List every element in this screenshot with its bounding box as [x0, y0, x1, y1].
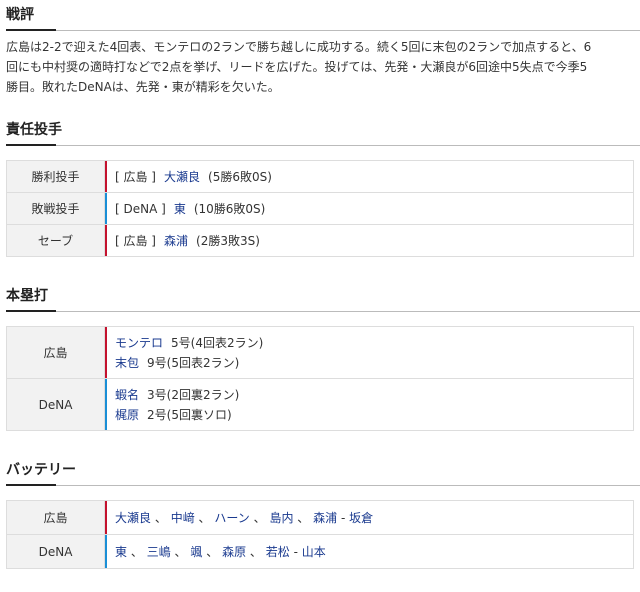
separator: 、	[249, 545, 262, 559]
separator: 、	[174, 545, 187, 559]
player-link[interactable]: 三嶋	[147, 545, 171, 559]
player-link[interactable]: 森浦	[313, 511, 337, 525]
review-line: 勝目。敗れたDeNAは、先発・東が精彩を欠いた。	[6, 80, 280, 94]
batter-link[interactable]: モンテロ	[115, 336, 163, 350]
dena-team-label: DeNA	[6, 534, 105, 569]
homeruns-table: 広島 モンテロ 5号(4回表2ラン) 末包 9号(5回表2ラン) DeNA 蝦名 3号…	[6, 326, 634, 431]
table-row: 広島 モンテロ 5号(4回表2ラン) 末包 9号(5回表2ラン)	[6, 326, 634, 379]
lose-pitcher-value: [ DeNA ] 東 (10勝6敗0S)	[107, 192, 634, 225]
separator: 、	[253, 511, 266, 525]
player-link[interactable]: ハーン	[214, 511, 249, 525]
carp-team-label: 広島	[6, 500, 105, 535]
review-line: 回にも中村奨の適時打などで2点を挙げ、リードを広げた。投げては、先発・大瀬良が6…	[6, 60, 588, 74]
dena-battery: 東 、 三嶋 、 颯 、 森原 、 若松 - 山本	[107, 534, 634, 569]
homerun-detail: 3号(2回裏2ラン)	[147, 387, 240, 402]
save-pitcher-value: [ 広島 ] 森浦 (2勝3敗3S)	[107, 224, 634, 257]
batter-link[interactable]: 蝦名	[115, 388, 139, 402]
pitcher-record: (10勝6敗0S)	[193, 202, 266, 216]
pitchers-table: 勝利投手 [ 広島 ] 大瀬良 (5勝6敗0S) 敗戦投手 [ DeNA ] 東 (10…	[6, 160, 634, 257]
player-link[interactable]: 颯	[190, 545, 202, 559]
dash: -	[293, 545, 298, 559]
pitcher-record: (5勝6敗0S)	[208, 170, 272, 184]
separator: 、	[130, 545, 143, 559]
homerun-detail: 5号(4回表2ラン)	[171, 335, 264, 350]
pitcher-record: (2勝3敗3S)	[196, 234, 260, 248]
battery-title: バッテリー	[6, 455, 640, 486]
player-link[interactable]: 坂倉	[349, 511, 373, 525]
pitchers-title: 責任投手	[6, 115, 640, 146]
homerun-detail: 2号(5回裏ソロ)	[147, 407, 232, 422]
separator: 、	[198, 511, 211, 525]
player-link[interactable]: 東	[115, 545, 127, 559]
player-link[interactable]: 森原	[222, 545, 246, 559]
player-link[interactable]: 中﨑	[171, 511, 195, 525]
team-name: [ DeNA ]	[115, 202, 166, 216]
batter-link[interactable]: 末包	[115, 356, 139, 370]
table-row: 勝利投手 [ 広島 ] 大瀬良 (5勝6敗0S)	[6, 160, 634, 193]
save-pitcher-label: セーブ	[6, 224, 105, 257]
dash: -	[340, 511, 346, 525]
separator: 、	[297, 511, 310, 525]
separator: 、	[206, 545, 219, 559]
review-text: 広島は2-2で迎えた4回表、モンテロの2ランで勝ち越しに成功する。続く5回に末包…	[6, 37, 640, 97]
dena-team-label: DeNA	[6, 378, 105, 431]
player-link[interactable]: 若松	[266, 545, 290, 559]
battery-table: 広島 大瀬良 、 中﨑 、 ハーン 、 島内 、 森浦 - 坂倉 DeNA 東 …	[6, 500, 634, 569]
team-name: [ 広島 ]	[115, 234, 156, 248]
homerun-entry: 梶原 2号(5回裏ソロ)	[115, 405, 633, 425]
player-link[interactable]: 島内	[269, 511, 293, 525]
pitcher-link[interactable]: 大瀬良	[164, 170, 200, 184]
table-row: 敗戦投手 [ DeNA ] 東 (10勝6敗0S)	[6, 192, 634, 225]
win-pitcher-label: 勝利投手	[6, 160, 105, 193]
carp-team-label: 広島	[6, 326, 105, 379]
player-link[interactable]: 大瀬良	[115, 511, 151, 525]
homerun-detail: 9号(5回表2ラン)	[147, 355, 240, 370]
pitcher-link[interactable]: 東	[174, 202, 186, 216]
homerun-entry: 蝦名 3号(2回裏2ラン)	[115, 385, 633, 405]
review-line: 広島は2-2で迎えた4回表、モンテロの2ランで勝ち越しに成功する。続く5回に末包…	[6, 40, 592, 54]
table-row: DeNA 蝦名 3号(2回裏2ラン) 梶原 2号(5回裏ソロ)	[6, 378, 634, 431]
table-row: DeNA 東 、 三嶋 、 颯 、 森原 、 若松 - 山本	[6, 534, 634, 569]
dena-homeruns: 蝦名 3号(2回裏2ラン) 梶原 2号(5回裏ソロ)	[107, 378, 634, 431]
batter-link[interactable]: 梶原	[115, 408, 139, 422]
lose-pitcher-label: 敗戦投手	[6, 192, 105, 225]
pitcher-link[interactable]: 森浦	[164, 234, 188, 248]
homerun-entry: 末包 9号(5回表2ラン)	[115, 353, 633, 373]
separator: 、	[154, 511, 167, 525]
team-name: [ 広島 ]	[115, 170, 156, 184]
homerun-entry: モンテロ 5号(4回表2ラン)	[115, 333, 633, 353]
carp-homeruns: モンテロ 5号(4回表2ラン) 末包 9号(5回表2ラン)	[107, 326, 634, 379]
game-summary: 戦評 広島は2-2で迎えた4回表、モンテロの2ランで勝ち越しに成功する。続く5回…	[0, 0, 640, 569]
win-pitcher-value: [ 広島 ] 大瀬良 (5勝6敗0S)	[107, 160, 634, 193]
table-row: セーブ [ 広島 ] 森浦 (2勝3敗3S)	[6, 224, 634, 257]
table-row: 広島 大瀬良 、 中﨑 、 ハーン 、 島内 、 森浦 - 坂倉	[6, 500, 634, 535]
player-link[interactable]: 山本	[302, 545, 326, 559]
review-title: 戦評	[6, 0, 640, 31]
homeruns-title: 本塁打	[6, 281, 640, 312]
carp-battery: 大瀬良 、 中﨑 、 ハーン 、 島内 、 森浦 - 坂倉	[107, 500, 634, 535]
